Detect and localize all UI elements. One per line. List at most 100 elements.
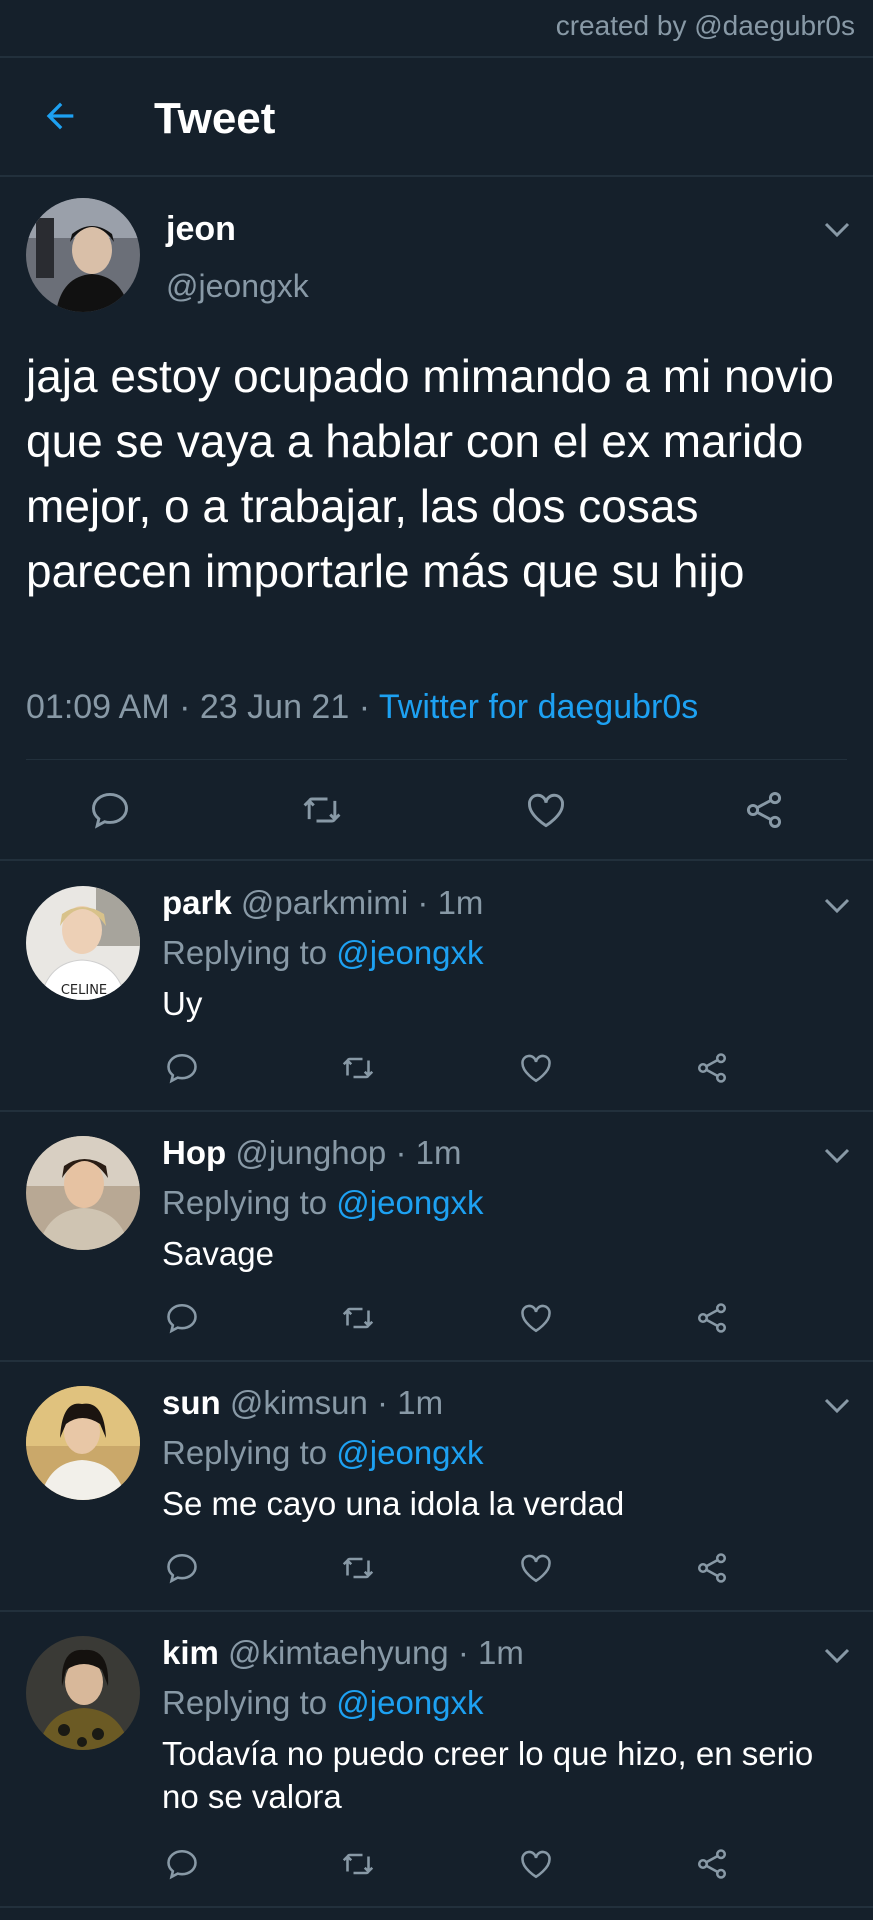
- chevron-down-icon[interactable]: [824, 898, 850, 914]
- retweet-button[interactable]: [340, 1550, 376, 1586]
- avatar[interactable]: [26, 1636, 140, 1750]
- share-button[interactable]: [694, 1300, 730, 1336]
- meta-separator: ·: [179, 688, 191, 726]
- replying-to: Replying to @jeongxk: [162, 1184, 484, 1222]
- avatar[interactable]: CELINE: [26, 886, 140, 1000]
- share-button[interactable]: [694, 1550, 730, 1586]
- share-icon: [746, 792, 782, 828]
- reply-time: 1m: [415, 1134, 462, 1171]
- reply-button[interactable]: [88, 788, 132, 832]
- divider: [0, 859, 873, 861]
- watermark: created by @daegubr0s: [555, 10, 855, 41]
- avatar[interactable]: [26, 198, 140, 312]
- reply-author-handle[interactable]: @junghop: [235, 1134, 386, 1171]
- divider: [0, 1906, 873, 1908]
- avatar[interactable]: [26, 1386, 140, 1500]
- reply-text: Savage: [162, 1235, 274, 1272]
- reply-author-name[interactable]: sun: [162, 1384, 221, 1421]
- mention-link[interactable]: @jeongxk: [336, 1684, 483, 1721]
- author-handle[interactable]: @jeongxk: [166, 268, 309, 305]
- retweet-icon: [342, 1057, 374, 1079]
- reply-icon: [167, 1053, 197, 1084]
- meta-separator: ·: [457, 1634, 469, 1671]
- reply-button[interactable]: [164, 1550, 200, 1586]
- like-icon: [521, 1304, 551, 1333]
- reply-author-handle[interactable]: @kimsun: [230, 1384, 368, 1421]
- like-button[interactable]: [518, 1300, 554, 1336]
- retweet-button[interactable]: [300, 788, 344, 832]
- like-button[interactable]: [518, 1050, 554, 1086]
- reply-button[interactable]: [164, 1050, 200, 1086]
- tweet-source-link[interactable]: Twitter for daegubr0s: [379, 688, 698, 726]
- replying-to: Replying to @jeongxk: [162, 1434, 484, 1472]
- reply-tweet[interactable]: Hop @junghop · 1m Replying to @jeongxk S…: [0, 1114, 873, 1360]
- share-button[interactable]: [694, 1846, 730, 1882]
- chevron-down-icon[interactable]: [824, 222, 850, 238]
- reply-button[interactable]: [164, 1846, 200, 1882]
- reply-tweet[interactable]: CELINE park @parkmimi · 1m Replying to @…: [0, 864, 873, 1110]
- share-icon: [697, 1849, 727, 1879]
- chevron-down-icon[interactable]: [824, 1398, 850, 1414]
- tweet-text: jaja estoy ocupado mimando a mi novio qu…: [26, 350, 835, 597]
- reply-author-name[interactable]: Hop: [162, 1134, 226, 1171]
- replying-to: Replying to @jeongxk: [162, 1684, 484, 1722]
- like-icon: [521, 1850, 551, 1879]
- share-icon: [697, 1053, 727, 1083]
- reply-time: 1m: [478, 1634, 524, 1671]
- reply-author-name[interactable]: park: [162, 884, 232, 921]
- chevron-down-icon[interactable]: [824, 1648, 850, 1664]
- meta-separator: ·: [417, 884, 429, 921]
- tweet-meta: 01:09 AM · 23 Jun 21 · Twitter for daegu…: [26, 688, 698, 727]
- reply-text: Se me cayo una idola la verdad: [162, 1485, 625, 1522]
- reply-icon: [167, 1303, 197, 1334]
- retweet-icon: [303, 797, 341, 823]
- like-button[interactable]: [518, 1846, 554, 1882]
- retweet-icon: [342, 1557, 374, 1579]
- like-button[interactable]: [524, 788, 568, 832]
- reply-tweet[interactable]: kim @kimtaehyung · 1m Replying to @jeong…: [0, 1614, 873, 1906]
- page-title: Tweet: [154, 94, 276, 143]
- replying-label: Replying to: [162, 1434, 328, 1471]
- back-arrow-icon[interactable]: [40, 96, 80, 136]
- share-button[interactable]: [694, 1050, 730, 1086]
- reply-time: 1m: [397, 1384, 444, 1421]
- reply-author-name[interactable]: kim: [162, 1634, 219, 1671]
- retweet-button[interactable]: [340, 1846, 376, 1882]
- reply-header: Hop @junghop · 1m: [162, 1134, 461, 1172]
- like-button[interactable]: [518, 1550, 554, 1586]
- tweet-time: 01:09 AM: [26, 688, 170, 726]
- meta-separator: ·: [358, 688, 371, 726]
- mention-link[interactable]: @jeongxk: [336, 1434, 483, 1471]
- reply-tweet[interactable]: sun @kimsun · 1m Replying to @jeongxk Se…: [0, 1364, 873, 1610]
- replying-label: Replying to: [162, 934, 328, 971]
- share-button[interactable]: [742, 788, 786, 832]
- like-icon: [528, 793, 564, 828]
- reply-icon: [167, 1553, 197, 1584]
- retweet-button[interactable]: [340, 1300, 376, 1336]
- reply-time: 1m: [437, 884, 484, 921]
- mention-link[interactable]: @jeongxk: [336, 1184, 483, 1221]
- reply-author-handle[interactable]: @kimtaehyung: [228, 1634, 449, 1671]
- reply-button[interactable]: [164, 1300, 200, 1336]
- retweet-button[interactable]: [340, 1050, 376, 1086]
- replying-to: Replying to @jeongxk: [162, 934, 484, 972]
- author-name[interactable]: jeon: [166, 210, 236, 249]
- avatar-logo-text: CELINE: [61, 983, 107, 998]
- avatar[interactable]: [26, 1136, 140, 1250]
- divider: [26, 759, 847, 760]
- mention-link[interactable]: @jeongxk: [336, 934, 483, 971]
- reply-header: sun @kimsun · 1m: [162, 1384, 443, 1422]
- divider: [0, 1110, 873, 1112]
- top-bar: Tweet: [0, 58, 873, 176]
- replying-label: Replying to: [162, 1684, 328, 1721]
- reply-text: Uy: [162, 985, 203, 1022]
- share-icon: [697, 1303, 727, 1333]
- tweet-date: 23 Jun 21: [199, 688, 350, 726]
- divider: [0, 175, 873, 177]
- retweet-icon: [342, 1307, 374, 1329]
- like-icon: [521, 1554, 551, 1583]
- chevron-down-icon[interactable]: [824, 1148, 850, 1164]
- share-icon: [697, 1553, 727, 1583]
- replying-label: Replying to: [162, 1184, 328, 1221]
- reply-author-handle[interactable]: @parkmimi: [241, 884, 408, 921]
